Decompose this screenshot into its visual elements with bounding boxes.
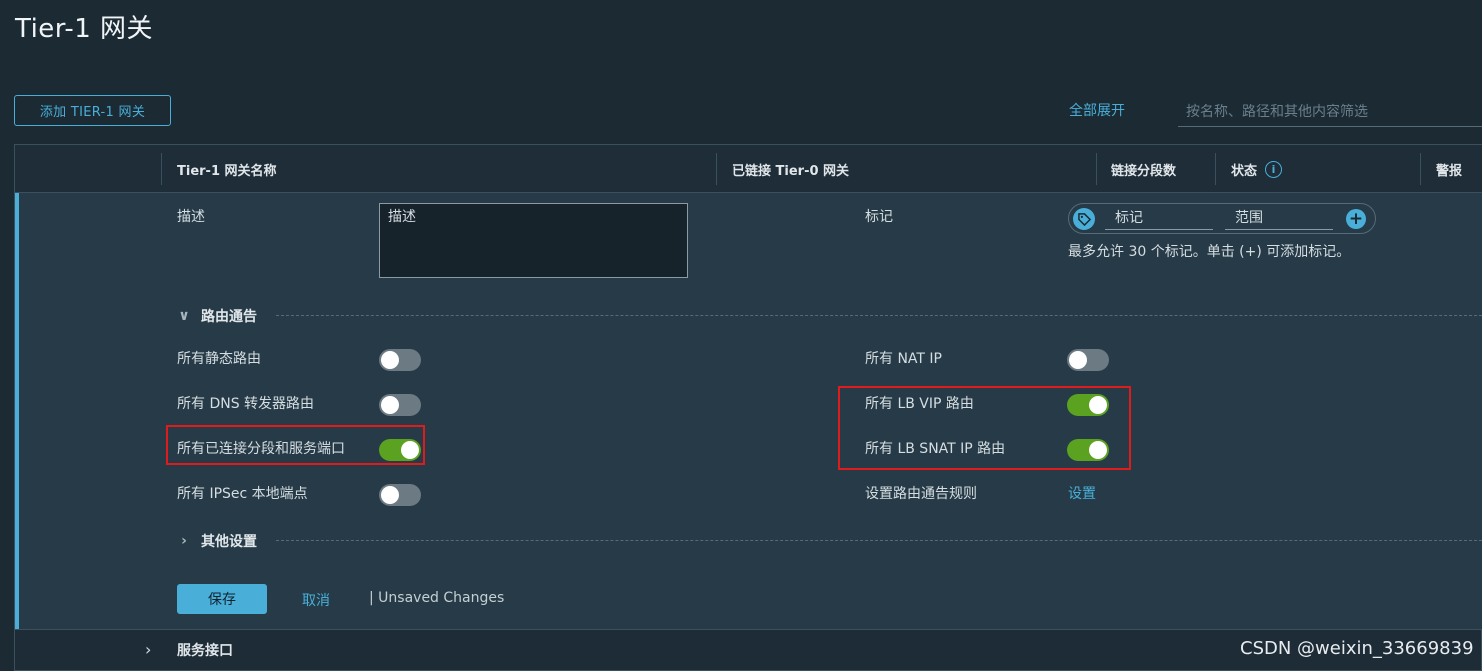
expand-all-link[interactable]: 全部展开: [1069, 100, 1125, 120]
description-textarea[interactable]: 描述: [379, 203, 688, 278]
other-settings-section-toggle[interactable]: › 其他设置: [177, 531, 257, 551]
toggle-label-static-routes: 所有静态路由: [177, 351, 261, 367]
info-icon[interactable]: i: [1265, 160, 1283, 178]
toggle-connected-segments[interactable]: [379, 439, 421, 461]
toggle-label-lb-vip: 所有 LB VIP 路由: [865, 396, 974, 412]
chevron-right-icon: ›: [181, 533, 187, 549]
column-separator: [716, 153, 717, 185]
unsaved-changes-indicator: | Unsaved Changes: [369, 590, 505, 606]
cancel-button[interactable]: 取消: [302, 590, 330, 610]
column-header-linked-tier0[interactable]: 已链接 Tier-0 网关: [732, 145, 849, 193]
toggle-nat-ip[interactable]: [1067, 349, 1109, 371]
column-separator: [1420, 153, 1421, 185]
column-header-segments[interactable]: 链接分段数: [1111, 145, 1176, 193]
add-tag-plus-icon[interactable]: +: [1346, 209, 1366, 229]
toggle-ipsec-endpoints[interactable]: [379, 484, 421, 506]
page-title: Tier-1 网关: [15, 14, 154, 44]
tag-icon: [1073, 208, 1095, 230]
other-settings-section-title: 其他设置: [201, 534, 257, 550]
route-rules-set-link[interactable]: 设置: [1068, 483, 1096, 503]
toggle-lb-vip[interactable]: [1067, 394, 1109, 416]
watermark: CSDN @weixin_33669839: [1240, 638, 1474, 659]
toggle-label-nat-ip: 所有 NAT IP: [865, 351, 942, 367]
toggle-label-connected-segments: 所有已连接分段和服务端口: [177, 441, 345, 457]
save-button[interactable]: 保存: [177, 584, 267, 614]
toggle-dns-forwarder[interactable]: [379, 394, 421, 416]
section-divider: [276, 315, 1482, 316]
column-header-status[interactable]: 状态 i: [1231, 145, 1283, 193]
toggle-static-routes[interactable]: [379, 349, 421, 371]
column-separator: [161, 153, 162, 185]
column-separator: [1096, 153, 1097, 185]
column-separator: [1215, 153, 1216, 185]
tags-label: 标记: [865, 209, 893, 225]
route-advertisement-section-toggle[interactable]: ∨ 路由通告: [177, 306, 257, 326]
add-tier1-gateway-button[interactable]: 添加 TIER-1 网关: [14, 95, 171, 126]
filter-input[interactable]: 按名称、路径和其他内容筛选: [1178, 96, 1482, 127]
section-divider: [276, 540, 1482, 541]
toggle-label-lb-snat: 所有 LB SNAT IP 路由: [865, 441, 1006, 457]
route-advertisement-section-title: 路由通告: [201, 309, 257, 325]
toggle-lb-snat[interactable]: [1067, 439, 1109, 461]
column-header-alarms[interactable]: 警报: [1436, 145, 1462, 193]
tags-hint: 最多允许 30 个标记。单击 (+) 可添加标记。: [1068, 244, 1351, 260]
route-rules-label: 设置路由通告规则: [865, 486, 977, 502]
description-label: 描述: [177, 209, 205, 225]
row-divider: [15, 629, 1482, 630]
tag-editor: 标记 范围 +: [1068, 203, 1376, 234]
table-header: Tier-1 网关名称 已链接 Tier-0 网关 链接分段数 状态 i 警报: [15, 145, 1482, 193]
chevron-right-icon[interactable]: ›: [145, 640, 151, 659]
service-interfaces-row[interactable]: 服务接口: [177, 640, 233, 660]
row-selected-indicator: [15, 193, 19, 629]
column-header-name[interactable]: Tier-1 网关名称: [177, 145, 277, 193]
scope-input[interactable]: 范围: [1225, 207, 1333, 230]
column-header-status-label: 状态: [1231, 163, 1258, 179]
toggle-label-dns-forwarder: 所有 DNS 转发器路由: [177, 396, 315, 412]
toggle-label-ipsec-endpoints: 所有 IPSec 本地端点: [177, 486, 308, 502]
tag-input[interactable]: 标记: [1105, 207, 1213, 230]
chevron-down-icon: ∨: [178, 308, 190, 324]
